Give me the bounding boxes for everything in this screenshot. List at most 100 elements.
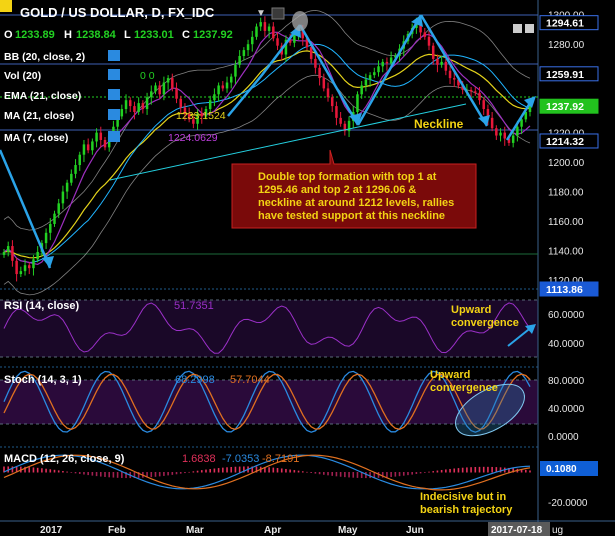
candle-body bbox=[528, 106, 532, 112]
c-value: 1237.92 bbox=[193, 29, 233, 41]
rsi-label: RSI (14, close) bbox=[4, 300, 80, 312]
x-axis-label: May bbox=[338, 525, 358, 536]
stoch-tick-40: 40.0000 bbox=[548, 404, 585, 415]
price-badge: 1237.92 bbox=[546, 101, 584, 113]
price-tick: 1180.00 bbox=[548, 188, 584, 199]
macd-hist-bar bbox=[11, 466, 14, 473]
macd-hist-value: 1.6838 bbox=[182, 453, 216, 465]
l-value: 1233.01 bbox=[134, 29, 174, 41]
legend-eye-icon bbox=[108, 89, 120, 100]
macd-badge: 0.1080 bbox=[546, 464, 577, 475]
macd-hist-bar bbox=[205, 469, 207, 473]
toolbar-icon-2[interactable] bbox=[525, 24, 534, 33]
macd-hist-bar bbox=[369, 472, 371, 479]
macd-hist-bar bbox=[524, 469, 527, 473]
stoch-d-value: 57.7044 bbox=[230, 374, 270, 386]
candle-body bbox=[503, 132, 507, 139]
candle-body bbox=[49, 223, 52, 233]
candle-body bbox=[166, 78, 170, 83]
rsi-value: 51.7351 bbox=[174, 300, 214, 312]
chart-title[interactable]: GOLD / US DOLLAR, D, FX_IDC bbox=[20, 5, 215, 20]
stoch-note-2: convergence bbox=[430, 382, 498, 394]
macd-hist-bar bbox=[474, 466, 477, 473]
rsi-note-1: Upward bbox=[451, 304, 491, 316]
macd-signal-value: -8.7191 bbox=[262, 453, 299, 465]
candle-body bbox=[145, 97, 149, 110]
candle-body bbox=[141, 103, 145, 110]
macd-hist-bar bbox=[402, 472, 405, 476]
candle-body bbox=[520, 119, 523, 127]
macd-hist-bar bbox=[184, 472, 186, 474]
macd-hist-bar bbox=[57, 470, 60, 473]
legend-eye-icon bbox=[108, 50, 120, 61]
candle-body bbox=[335, 106, 338, 118]
macd-hist-bar bbox=[66, 471, 68, 473]
toolbar-icon-1[interactable] bbox=[513, 24, 522, 33]
macd-hist-bar bbox=[466, 467, 468, 473]
candle-body bbox=[440, 61, 443, 65]
candle-body bbox=[179, 98, 182, 108]
candle-body bbox=[318, 67, 321, 79]
macd-hist-bar bbox=[234, 466, 237, 473]
macd-hist-bar bbox=[272, 467, 275, 473]
collapse-icon[interactable] bbox=[0, 0, 12, 12]
macd-hist-bar bbox=[196, 470, 199, 473]
candle-body bbox=[217, 85, 220, 95]
tradingview-chart[interactable]: Neckline Double top formation with top 1… bbox=[0, 0, 615, 536]
candle-body bbox=[162, 82, 166, 95]
candle-body bbox=[103, 139, 107, 148]
callout-line-2: 1295.46 and top 2 at 1296.06 & bbox=[258, 184, 416, 196]
macd-hist-bar bbox=[209, 469, 211, 473]
legend-eye-icon bbox=[108, 109, 120, 120]
macd-hist-bar bbox=[78, 472, 81, 474]
candle-body bbox=[208, 100, 212, 110]
macd-hist-bar bbox=[398, 472, 401, 477]
macd-hist-bar bbox=[386, 472, 388, 478]
macd-hist-bar bbox=[158, 472, 161, 477]
candle-body bbox=[15, 260, 18, 275]
x-axis-label: Feb bbox=[108, 525, 126, 536]
candle-body bbox=[360, 85, 363, 95]
candle-body bbox=[444, 61, 448, 71]
candle-body bbox=[516, 126, 519, 136]
callout-line-1: Double top formation with top 1 at bbox=[258, 171, 437, 183]
candle-body bbox=[120, 109, 124, 117]
macd-hist-bar bbox=[335, 472, 338, 477]
macd-hist-bar bbox=[41, 468, 43, 473]
candle-body bbox=[499, 132, 502, 136]
macd-hist-bar bbox=[470, 467, 472, 473]
neckline-label: Neckline bbox=[414, 117, 464, 131]
candle-body bbox=[137, 103, 140, 112]
macd-hist-bar bbox=[87, 472, 89, 476]
title-dropdown-icon[interactable]: ▼ bbox=[256, 8, 266, 19]
candle-body bbox=[221, 85, 225, 89]
candle-body bbox=[158, 85, 161, 95]
stoch-k-value: 68.2998 bbox=[175, 374, 215, 386]
macd-hist-bar bbox=[453, 468, 456, 473]
candle-body bbox=[124, 100, 128, 110]
h-value: 1238.84 bbox=[76, 29, 117, 41]
candle-body bbox=[251, 36, 254, 45]
macd-hist-bar bbox=[323, 472, 325, 475]
ma21-value: 1233.1524 bbox=[176, 110, 226, 122]
candle-body bbox=[70, 173, 73, 183]
candle-body bbox=[381, 61, 384, 67]
legend-eye-icon bbox=[108, 131, 120, 142]
macd-hist-bar bbox=[268, 467, 270, 473]
candle-body bbox=[423, 32, 427, 37]
macd-hist-bar bbox=[150, 472, 153, 478]
macd-hist-bar bbox=[318, 472, 321, 475]
macd-hist-bar bbox=[32, 467, 35, 473]
legend-ma7: MA (7, close) bbox=[4, 132, 68, 144]
macd-hist-bar bbox=[487, 466, 489, 473]
macd-hist-bar bbox=[213, 468, 216, 473]
vol-value: 0 0 bbox=[140, 70, 155, 82]
macd-hist-bar bbox=[238, 466, 241, 473]
macd-hist-bar bbox=[36, 467, 39, 473]
eye-icon[interactable] bbox=[271, 7, 285, 20]
macd-hist-bar bbox=[171, 472, 174, 475]
candle-body bbox=[86, 144, 90, 151]
price-tick: 1140.00 bbox=[548, 246, 584, 257]
candle-body bbox=[322, 78, 326, 89]
candle-body bbox=[495, 128, 498, 136]
